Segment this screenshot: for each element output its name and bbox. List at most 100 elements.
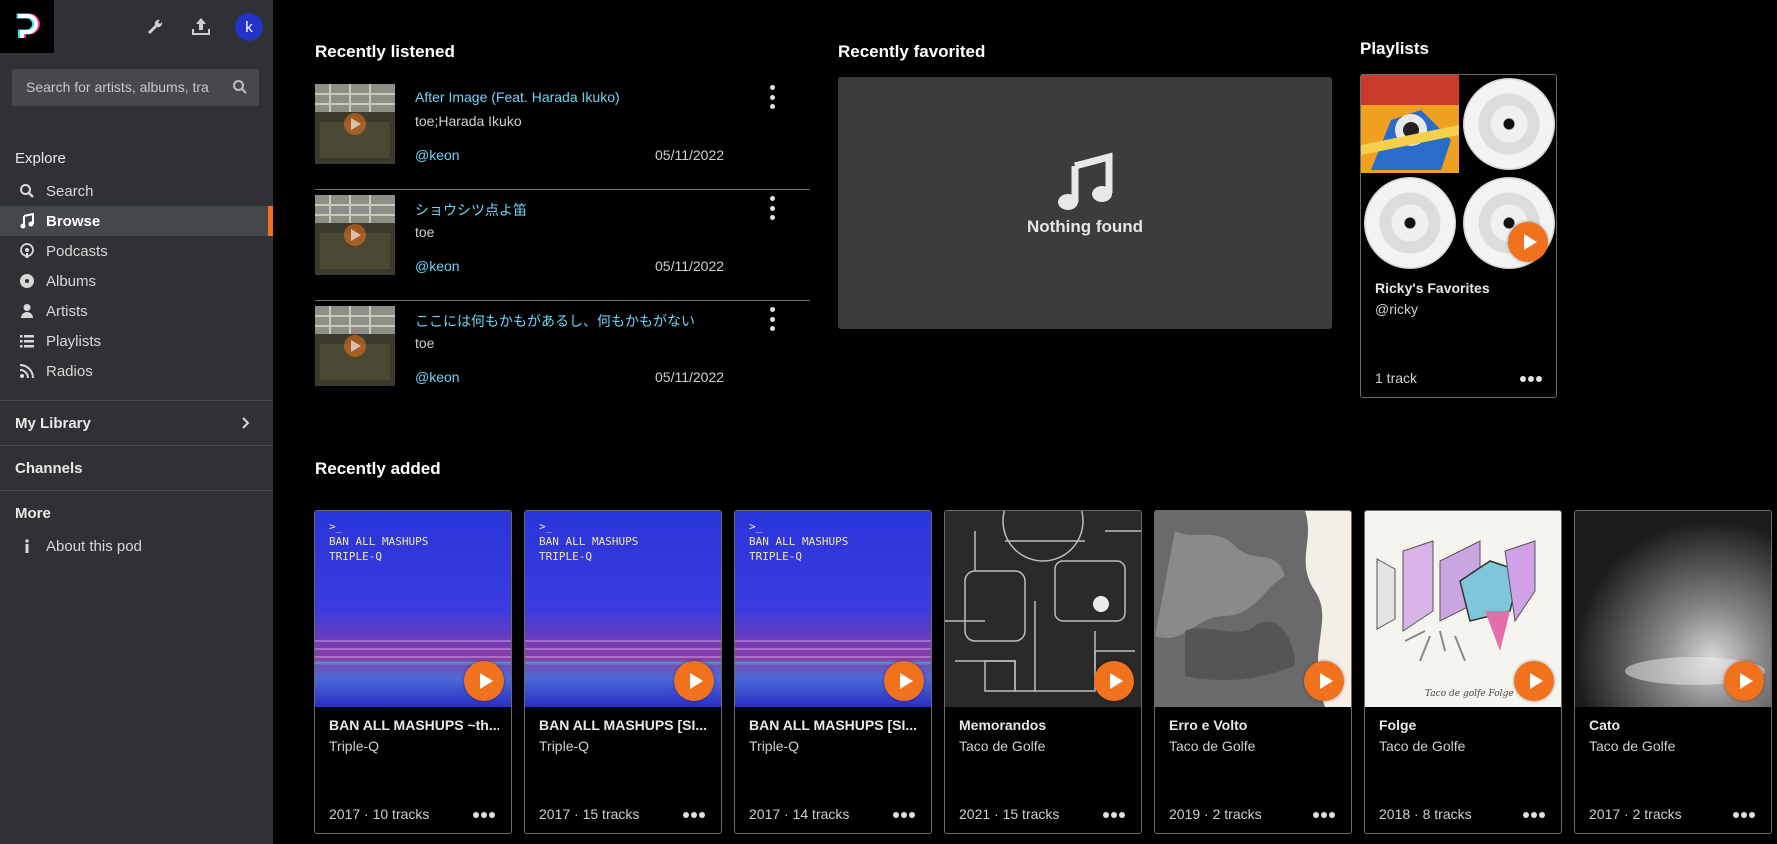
cover-text: BAN ALL MASHUPS: [329, 535, 429, 548]
nav-podcasts[interactable]: Podcasts: [0, 236, 273, 266]
album-title[interactable]: Folge: [1379, 717, 1549, 733]
track-artist[interactable]: toe;Harada Ikuko: [415, 113, 522, 129]
feed-icon: [19, 363, 35, 379]
more-heading: More: [15, 505, 51, 522]
play-button[interactable]: [1304, 661, 1344, 701]
album-artist[interactable]: Taco de Golfe: [1379, 738, 1465, 754]
album-title[interactable]: BAN ALL MASHUPS [SI...: [539, 717, 709, 733]
playlist-owner[interactable]: @ricky: [1375, 301, 1418, 317]
album-meta: 2019 · 2 tracks: [1169, 806, 1262, 822]
search-input[interactable]: Search for artists, albums, tra: [26, 79, 221, 95]
album-artist[interactable]: Taco de Golfe: [1169, 738, 1255, 754]
play-button[interactable]: [1094, 661, 1134, 701]
my-library-heading[interactable]: My Library: [15, 415, 91, 432]
playlist-card[interactable]: Ricky's Favorites @ricky 1 track: [1360, 74, 1557, 398]
channels-heading[interactable]: Channels: [15, 460, 83, 477]
playlist-name[interactable]: Ricky's Favorites: [1375, 280, 1545, 296]
chevron-right-icon[interactable]: [241, 416, 253, 430]
nav-radios[interactable]: Radios: [0, 356, 273, 386]
play-button[interactable]: [1514, 661, 1554, 701]
sidebar: k Search for artists, albums, tra Explor…: [0, 0, 273, 844]
album-artist[interactable]: Triple-Q: [329, 738, 379, 754]
track-user[interactable]: @keon: [415, 258, 460, 274]
nav-about[interactable]: About this pod: [0, 531, 273, 561]
album-card[interactable]: Taco de golfe Folge Folge Taco de Golfe …: [1364, 510, 1562, 834]
nav-artists[interactable]: Artists: [0, 296, 273, 326]
more-horizontal-icon[interactable]: [893, 811, 915, 819]
play-button[interactable]: [884, 661, 924, 701]
more-vertical-icon[interactable]: [765, 196, 779, 220]
track-title[interactable]: ショウシツ点よ笛: [415, 200, 527, 220]
more-horizontal-icon[interactable]: [1103, 811, 1125, 819]
track-artist[interactable]: toe: [415, 335, 434, 351]
wrench-icon[interactable]: [142, 14, 166, 38]
track-artist[interactable]: toe: [415, 224, 434, 240]
nav-albums[interactable]: Albums: [0, 266, 273, 296]
album-card[interactable]: >_ BAN ALL MASHUPS TRIPLE-Q BAN ALL MASH…: [524, 510, 722, 834]
favorites-empty-panel: Nothing found: [838, 77, 1332, 329]
info-icon: [19, 538, 35, 554]
funkwhale-logo[interactable]: [0, 0, 54, 53]
listened-track-row[interactable]: ショウシツ点よ笛 toe @keon 05/11/2022: [315, 190, 810, 301]
user-avatar[interactable]: k: [235, 13, 263, 41]
more-vertical-icon[interactable]: [765, 85, 779, 109]
album-card[interactable]: >_ BAN ALL MASHUPS TRIPLE-Q BAN ALL MASH…: [734, 510, 932, 834]
listened-track-row[interactable]: ここには何もかもがあるし、何もかもがない toe @keon 05/11/202…: [315, 301, 810, 412]
disc-icon: [1364, 177, 1456, 269]
divider: [0, 400, 273, 401]
track-cover[interactable]: [315, 306, 395, 386]
album-meta: 2017 · 14 tracks: [749, 806, 850, 822]
album-meta: 2017 · 2 tracks: [1589, 806, 1682, 822]
nav-label: Podcasts: [46, 242, 108, 260]
play-button[interactable]: [1508, 222, 1548, 262]
album-title[interactable]: Erro e Volto: [1169, 717, 1339, 733]
album-title[interactable]: BAN ALL MASHUPS ~th...: [329, 717, 499, 733]
track-cover[interactable]: [315, 195, 395, 275]
play-button[interactable]: [674, 661, 714, 701]
more-horizontal-icon[interactable]: [1523, 811, 1545, 819]
album-title[interactable]: BAN ALL MASHUPS [SI...: [749, 717, 919, 733]
album-card[interactable]: Memorandos Taco de Golfe 2021 · 15 track…: [944, 510, 1142, 834]
app-root: k Search for artists, albums, tra Explor…: [0, 0, 1777, 844]
album-card[interactable]: Erro e Volto Taco de Golfe 2019 · 2 trac…: [1154, 510, 1352, 834]
more-horizontal-icon[interactable]: [473, 811, 495, 819]
more-horizontal-icon[interactable]: [1313, 811, 1335, 819]
podcast-icon: [19, 243, 35, 259]
play-button[interactable]: [464, 661, 504, 701]
nav-label: Radios: [46, 362, 93, 380]
upload-icon[interactable]: [189, 14, 213, 38]
track-title[interactable]: ここには何もかもがあるし、何もかもがない: [415, 311, 695, 331]
search-icon[interactable]: [232, 79, 248, 95]
track-date: 05/11/2022: [655, 258, 725, 274]
cover-text: Taco de golfe Folge: [1425, 689, 1514, 699]
nav-playlists[interactable]: Playlists: [0, 326, 273, 356]
album-artist[interactable]: Triple-Q: [539, 738, 589, 754]
nav-browse[interactable]: Browse: [0, 206, 273, 236]
album-artist[interactable]: Taco de Golfe: [959, 738, 1045, 754]
track-title[interactable]: After Image (Feat. Harada Ikuko): [415, 89, 620, 105]
more-vertical-icon[interactable]: [765, 307, 779, 331]
track-user[interactable]: @keon: [415, 147, 460, 163]
search-box[interactable]: Search for artists, albums, tra: [12, 69, 259, 106]
track-user[interactable]: @keon: [415, 369, 460, 385]
play-button[interactable]: [1724, 661, 1764, 701]
album-meta: 2018 · 8 tracks: [1379, 806, 1472, 822]
more-horizontal-icon[interactable]: [1520, 375, 1542, 383]
track-cover[interactable]: [315, 84, 395, 164]
logo-icon: [16, 13, 40, 38]
music-note-icon: [1055, 152, 1115, 212]
album-artist[interactable]: Taco de Golfe: [1589, 738, 1675, 754]
listened-track-row[interactable]: After Image (Feat. Harada Ikuko) toe;Har…: [315, 79, 810, 190]
album-title[interactable]: Cato: [1589, 717, 1759, 733]
more-horizontal-icon[interactable]: [683, 811, 705, 819]
more-horizontal-icon[interactable]: [1733, 811, 1755, 819]
album-card[interactable]: >_ BAN ALL MASHUPS TRIPLE-Q BAN ALL MASH…: [314, 510, 512, 834]
nav-label: Albums: [46, 272, 97, 290]
album-artist[interactable]: Triple-Q: [749, 738, 799, 754]
album-card[interactable]: Cato Taco de Golfe 2017 · 2 tracks: [1574, 510, 1772, 834]
explore-heading: Explore: [15, 150, 66, 167]
nav-search[interactable]: Search: [0, 176, 273, 206]
album-title[interactable]: Memorandos: [959, 717, 1129, 733]
recently-favorited-heading: Recently favorited: [838, 42, 986, 61]
nav-label: Artists: [46, 302, 88, 320]
